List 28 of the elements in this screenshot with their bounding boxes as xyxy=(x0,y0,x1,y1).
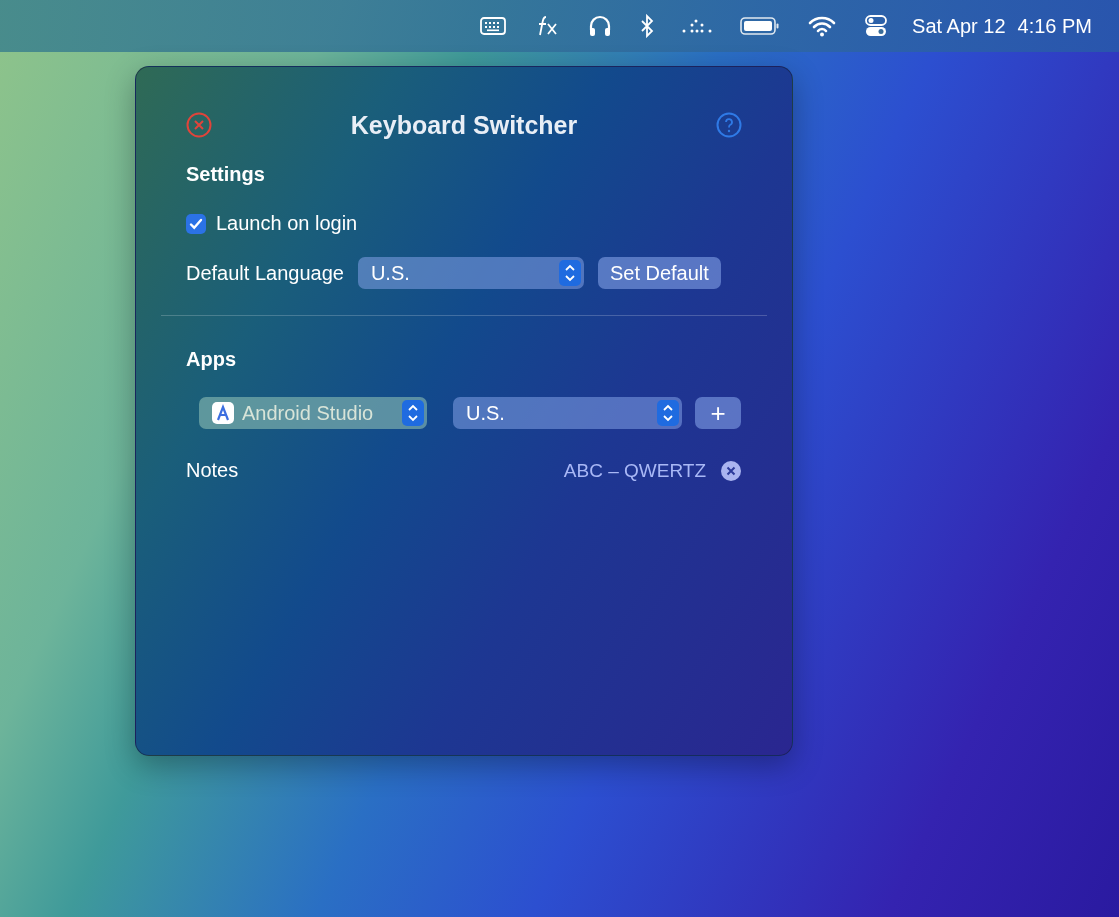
set-default-button[interactable]: Set Default xyxy=(597,257,721,289)
popover-title: Keyboard Switcher xyxy=(350,110,578,140)
checkbox[interactable] xyxy=(186,213,206,234)
stepper-arrows-icon xyxy=(402,400,424,426)
app-icon xyxy=(212,402,234,424)
checkbox-label: Launch on login xyxy=(216,212,358,235)
toggle-switches-icon[interactable] xyxy=(864,14,889,38)
app-dropdown[interactable]: Android Studio xyxy=(199,397,427,429)
language-dropdown[interactable]: U.S. xyxy=(357,257,584,289)
keyboard-icon[interactable] xyxy=(480,17,507,35)
section-heading: Apps xyxy=(186,348,236,371)
menu-bar-date[interactable]: Sat Apr 12 xyxy=(912,14,1006,38)
stepper-arrows-icon xyxy=(558,260,581,286)
language-dropdown[interactable]: U.S. xyxy=(453,397,682,429)
dots-icon[interactable] xyxy=(682,19,713,33)
add-button[interactable]: + xyxy=(695,397,741,429)
battery-icon[interactable] xyxy=(740,16,781,36)
section-heading: Settings xyxy=(186,163,265,186)
wifi-icon[interactable] xyxy=(808,15,837,37)
note-text: ABC – QWERTZ xyxy=(563,459,706,482)
help-icon[interactable] xyxy=(716,112,742,138)
notes-label: Notes xyxy=(186,459,240,482)
menu-bar-time[interactable]: 4:16 PM xyxy=(1017,14,1092,38)
default-language-label: Default Language xyxy=(186,261,344,285)
headphones-icon[interactable] xyxy=(588,14,613,38)
remove-icon[interactable] xyxy=(720,459,742,482)
stepper-arrows-icon xyxy=(657,400,679,426)
bluetooth-icon[interactable] xyxy=(640,14,655,38)
